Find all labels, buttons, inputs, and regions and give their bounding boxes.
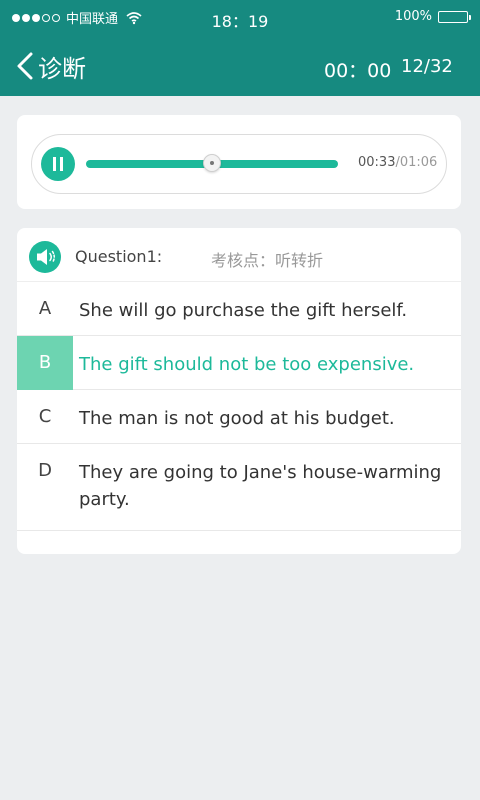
elapsed-timer: 00：00 [324,60,392,82]
option-text: She will go purchase the gift herself. [79,300,408,321]
option-letter: B [17,336,73,390]
speaker-button[interactable] [29,241,61,273]
option-b[interactable]: B The gift should not be too expensive. [17,336,461,390]
question-header: Question1: 考核点：听转折 [17,228,461,282]
page-title: 诊断 [38,54,86,83]
pause-button[interactable] [41,147,75,181]
status-right: 100% [394,9,471,24]
audio-player: 00:33/01:06 [31,134,447,194]
question-label: Question1: [75,247,163,266]
option-letter: D [38,460,52,481]
battery-icon [438,10,471,23]
current-time: 00:33 [358,155,396,170]
option-text: The gift should not be too expensive. [79,354,415,375]
audio-player-card: 00:33/01:06 [17,115,461,209]
assessment-point: 考核点：听转折 [211,251,324,270]
audio-progress-knob[interactable] [203,154,221,172]
option-c[interactable]: C The man is not good at his budget. [17,390,461,444]
total-time: 01:06 [399,155,438,170]
option-letter: A [38,298,52,319]
option-letter: C [38,406,52,427]
audio-time-readout: 00:33/01:06 [358,155,437,170]
pause-icon-bar [60,157,63,171]
option-d[interactable]: D They are going to Jane's house-warming… [17,444,461,531]
battery-percent: 100% [394,9,432,24]
option-a[interactable]: A She will go purchase the gift herself. [17,282,461,336]
back-button[interactable]: 诊断 [14,50,86,83]
pause-icon [53,157,56,171]
option-text: The man is not good at his budget. [79,408,395,429]
question-progress: 12/32 [401,56,453,77]
status-bar: 中国联通 18：19 100% [0,0,480,36]
option-text: They are going to Jane's house-warming p… [79,462,442,510]
nav-bar: 诊断 00：00 12/32 [0,36,480,96]
question-card: Question1: 考核点：听转折 A She will go purchas… [17,228,461,554]
speaker-icon [37,249,55,265]
chevron-left-icon [14,51,38,81]
